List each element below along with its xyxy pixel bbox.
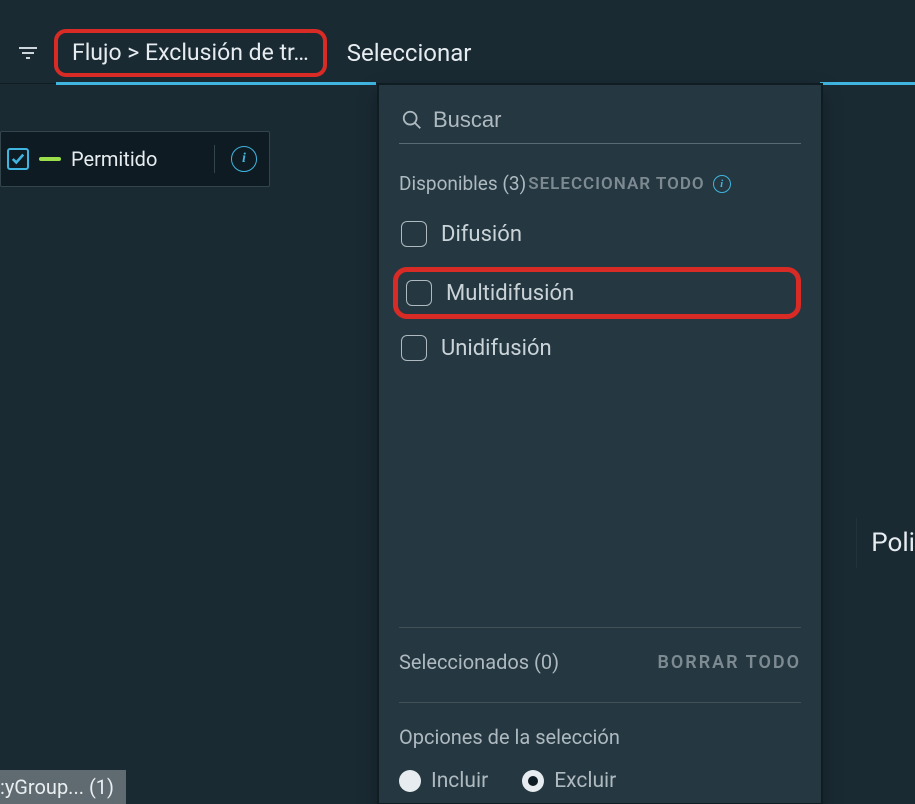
- selected-header: Seleccionados (0) BORRAR TODO: [399, 650, 801, 674]
- radio-exclude[interactable]: Excluir: [522, 769, 616, 793]
- breadcrumb-text: Flujo > Exclusión de tr…: [72, 39, 309, 66]
- option-unidifusion[interactable]: Unidifusión: [399, 335, 801, 361]
- selection-options-title: Opciones de la selección: [399, 725, 801, 749]
- top-underline-right: [820, 82, 915, 85]
- permitido-filter-pill[interactable]: Permitido i: [0, 131, 270, 187]
- divider: [399, 627, 801, 628]
- option-label: Multidifusión: [446, 281, 574, 306]
- info-icon[interactable]: i: [713, 175, 731, 193]
- radio-icon: [522, 770, 544, 792]
- available-count: Disponibles (3): [399, 172, 526, 195]
- search-input[interactable]: [433, 107, 799, 133]
- radio-label: Incluir: [431, 769, 488, 793]
- select-all-button[interactable]: SELECCIONAR TODO: [528, 174, 704, 194]
- side-label: Poli: [856, 518, 915, 568]
- permitido-checkbox[interactable]: [7, 148, 29, 170]
- option-label: Unidifusión: [441, 336, 552, 361]
- divider: [399, 702, 801, 703]
- selection-panel: Disponibles (3) SELECCIONAR TODO i Difus…: [378, 84, 822, 804]
- permitido-color-swatch: [39, 157, 61, 161]
- search-icon: [401, 109, 423, 131]
- option-multidifusion[interactable]: Multidifusión: [393, 267, 801, 319]
- option-difusion[interactable]: Difusión: [399, 221, 801, 247]
- clear-all-button[interactable]: BORRAR TODO: [657, 652, 801, 673]
- group-chip[interactable]: :yGroup... (1): [0, 770, 126, 804]
- selection-options-radios: Incluir Excluir: [399, 769, 801, 803]
- active-tab-underline: [56, 82, 376, 85]
- radio-label: Excluir: [554, 769, 616, 793]
- selected-count: Seleccionados (0): [399, 650, 559, 674]
- info-icon[interactable]: i: [231, 146, 257, 172]
- filter-icon-button[interactable]: [8, 33, 48, 73]
- available-header: Disponibles (3) SELECCIONAR TODO i: [399, 172, 801, 195]
- breadcrumb[interactable]: Flujo > Exclusión de tr…: [54, 29, 327, 77]
- search-row: [399, 103, 801, 144]
- checkbox[interactable]: [406, 280, 432, 306]
- check-icon: [11, 152, 25, 166]
- permitido-label: Permitido: [71, 147, 198, 171]
- checkbox[interactable]: [401, 335, 427, 361]
- panel-title: Seleccionar: [347, 39, 472, 67]
- checkbox[interactable]: [401, 221, 427, 247]
- top-bar: Flujo > Exclusión de tr… Seleccionar: [0, 22, 915, 84]
- option-label: Difusión: [441, 222, 522, 247]
- radio-include[interactable]: Incluir: [399, 769, 488, 793]
- divider: [214, 145, 215, 173]
- filter-icon: [16, 41, 40, 65]
- radio-icon: [399, 770, 421, 792]
